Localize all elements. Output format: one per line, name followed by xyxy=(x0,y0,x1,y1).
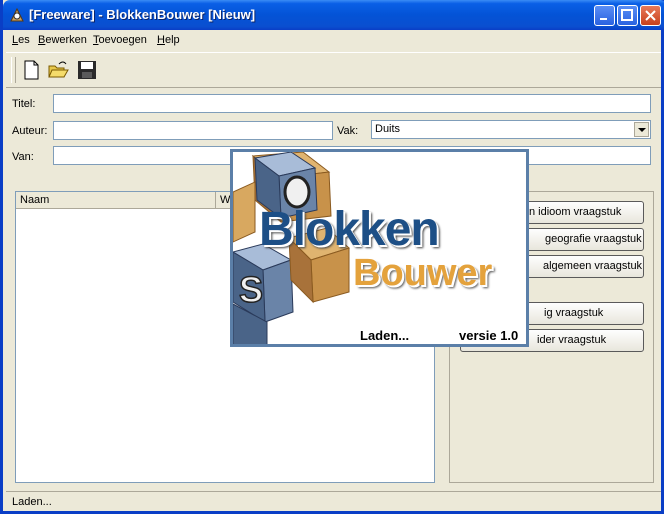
save-disk-icon[interactable] xyxy=(76,59,98,81)
svg-text:S: S xyxy=(239,269,263,310)
menu-bar: Les Bewerken Toevoegen Help xyxy=(6,30,661,50)
vak-label: Vak: xyxy=(337,125,359,137)
splash-screen: S Blokken Bouwer Laden... versie 1.0 xyxy=(230,149,529,347)
titel-label: Titel: xyxy=(12,98,36,110)
app-icon xyxy=(10,7,24,22)
status-bar: Laden... xyxy=(6,491,661,512)
splash-title-blokken: Blokken xyxy=(259,203,440,256)
open-folder-icon[interactable] xyxy=(47,59,69,81)
titel-input[interactable] xyxy=(53,94,651,113)
minimize-icon xyxy=(600,18,607,20)
menu-les[interactable]: Les xyxy=(12,34,30,46)
vak-selected-value: Duits xyxy=(375,123,401,135)
toolbar xyxy=(6,52,661,88)
window-title: [Freeware] - BlokkenBouwer [Nieuw] xyxy=(29,7,256,22)
menu-bewerken[interactable]: Bewerken xyxy=(38,34,87,46)
auteur-label: Auteur: xyxy=(12,125,48,137)
title-bar[interactable]: [Freeware] - BlokkenBouwer [Nieuw] xyxy=(3,0,664,30)
new-document-icon[interactable] xyxy=(20,59,42,81)
toolbar-grip[interactable] xyxy=(11,57,16,83)
menu-help[interactable]: Help xyxy=(157,34,180,46)
splash-title-bouwer: Bouwer xyxy=(353,252,493,294)
column-header-naam[interactable]: Naam xyxy=(16,192,216,209)
close-button[interactable] xyxy=(640,5,661,26)
maximize-icon xyxy=(621,9,633,21)
van-label: Van: xyxy=(12,151,34,163)
menu-toevoegen[interactable]: Toevoegen xyxy=(93,34,147,46)
maximize-button[interactable] xyxy=(617,5,638,26)
splash-version-text: versie 1.0 xyxy=(459,328,519,343)
vak-select[interactable]: Duits xyxy=(371,120,651,139)
close-icon xyxy=(645,10,656,21)
minimize-button[interactable] xyxy=(594,5,615,26)
chevron-down-icon[interactable] xyxy=(634,122,649,137)
auteur-input[interactable] xyxy=(53,121,333,140)
splash-loading-text: Laden... xyxy=(360,328,410,343)
status-text: Laden... xyxy=(12,496,52,508)
